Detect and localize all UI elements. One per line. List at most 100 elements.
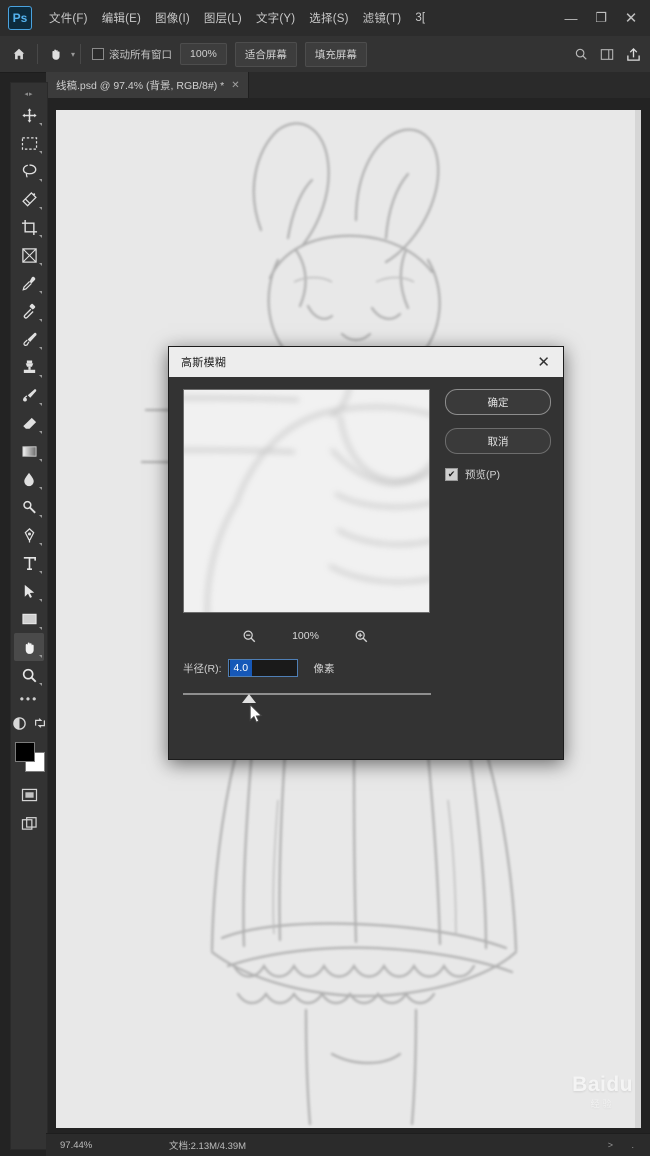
menu-edit[interactable]: 编辑(E) bbox=[95, 6, 148, 30]
menu-type[interactable]: 文字(Y) bbox=[249, 6, 302, 30]
foreground-color-swatch[interactable] bbox=[15, 742, 35, 762]
healing-brush-tool[interactable] bbox=[14, 297, 44, 325]
canvas-vertical-scrollbar[interactable] bbox=[635, 110, 641, 1128]
document-tab-bar: 线稿.psd @ 97.4% (背景, RGB/8#) * ✕ bbox=[46, 72, 650, 98]
window-controls: — ❐ ✕ bbox=[556, 0, 650, 36]
photoshop-window: Ps 文件(F) 编辑(E) 图像(I) 图层(L) 文字(Y) 选择(S) 滤… bbox=[0, 0, 650, 1156]
dialog-body: 100% 半径(R): 4.0 像素 确定 取消 ✔ 预览(P) bbox=[169, 377, 563, 759]
options-separator-2 bbox=[80, 44, 82, 64]
radius-input[interactable]: 4.0 bbox=[227, 659, 298, 677]
mouse-cursor-icon bbox=[249, 703, 263, 723]
home-icon[interactable] bbox=[6, 41, 32, 67]
tools-panel: ◂▸ ••• bbox=[10, 82, 48, 1150]
close-button[interactable]: ✕ bbox=[616, 3, 650, 33]
blur-tool[interactable] bbox=[14, 465, 44, 493]
fill-screen-button[interactable]: 填充屏幕 bbox=[304, 41, 367, 67]
photoshop-logo-icon: Ps bbox=[8, 6, 32, 30]
watermark-text: Baidu bbox=[572, 1073, 633, 1096]
zoom-tool[interactable] bbox=[14, 661, 44, 689]
panel-icon[interactable] bbox=[594, 41, 620, 67]
cancel-button[interactable]: 取消 bbox=[445, 428, 551, 454]
options-separator bbox=[37, 44, 38, 64]
path-selection-tool[interactable] bbox=[14, 577, 44, 605]
eraser-tool[interactable] bbox=[14, 409, 44, 437]
toolbar-grip[interactable]: ◂▸ bbox=[18, 89, 40, 98]
gaussian-blur-dialog: 高斯模糊 ✕ 100% 半径(R): 4.0 像素 确定 取消 ✔ 预览(P) bbox=[168, 346, 564, 760]
search-icon[interactable] bbox=[568, 41, 594, 67]
frame-tool[interactable] bbox=[14, 241, 44, 269]
shape-tool[interactable] bbox=[14, 605, 44, 633]
menu-file[interactable]: 文件(F) bbox=[42, 6, 95, 30]
preview-artwork bbox=[184, 390, 429, 612]
menu-bar: Ps 文件(F) 编辑(E) 图像(I) 图层(L) 文字(Y) 选择(S) 滤… bbox=[0, 0, 650, 37]
maximize-button[interactable]: ❐ bbox=[586, 3, 616, 33]
document-tab-label: 线稿.psd @ 97.4% (背景, RGB/8#) * bbox=[56, 79, 225, 92]
screen-mode-alt-button[interactable] bbox=[14, 809, 44, 837]
color-swatches[interactable] bbox=[14, 741, 45, 772]
zoom-100-button[interactable]: 100% bbox=[180, 43, 227, 65]
close-icon[interactable]: ✕ bbox=[532, 355, 555, 370]
hand-icon[interactable] bbox=[43, 41, 69, 67]
menu-layer[interactable]: 图层(L) bbox=[197, 6, 249, 30]
checkbox-box: ✔ bbox=[445, 468, 458, 481]
clone-stamp-tool[interactable] bbox=[14, 353, 44, 381]
preview-checkbox-label: 预览(P) bbox=[465, 469, 500, 481]
lasso-tool[interactable] bbox=[14, 157, 44, 185]
tool-preset-caret-icon[interactable]: ▾ bbox=[71, 50, 75, 59]
move-tool[interactable] bbox=[14, 101, 44, 129]
type-tool[interactable] bbox=[14, 549, 44, 577]
close-icon[interactable]: ✕ bbox=[231, 80, 239, 91]
slider-thumb[interactable] bbox=[242, 694, 256, 703]
status-zoom-level[interactable]: 97.44% bbox=[46, 1140, 165, 1151]
radius-unit-label: 像素 bbox=[313, 662, 335, 675]
slider-track bbox=[183, 693, 431, 695]
fit-screen-button[interactable]: 适合屏幕 bbox=[234, 41, 297, 67]
gradient-tool[interactable] bbox=[14, 437, 44, 465]
quick-select-tool[interactable] bbox=[14, 185, 44, 213]
dialog-actions: 确定 取消 ✔ 预览(P) bbox=[445, 389, 551, 482]
status-bar: 97.44% 文档:2.13M/4.39M > . bbox=[46, 1133, 650, 1156]
ok-button[interactable]: 确定 bbox=[445, 389, 551, 415]
watermark-subtext: 经验 bbox=[590, 1099, 615, 1109]
radius-row: 半径(R): 4.0 像素 bbox=[183, 657, 435, 679]
checkbox-box bbox=[92, 48, 105, 60]
swap-colors-icon[interactable] bbox=[33, 716, 47, 730]
dialog-title: 高斯模糊 bbox=[181, 357, 227, 369]
minimize-button[interactable]: — bbox=[556, 3, 586, 33]
more-tools-button[interactable]: ••• bbox=[14, 689, 44, 709]
zoom-in-icon[interactable] bbox=[353, 627, 371, 645]
radius-value: 4.0 bbox=[229, 660, 253, 676]
preview-zoom-controls: 100% bbox=[183, 623, 428, 649]
document-tab[interactable]: 线稿.psd @ 97.4% (背景, RGB/8#) * ✕ bbox=[46, 72, 249, 98]
crop-tool[interactable] bbox=[14, 213, 44, 241]
options-bar-right bbox=[568, 41, 650, 67]
hand-tool[interactable] bbox=[14, 633, 44, 661]
menu-select[interactable]: 选择(S) bbox=[302, 6, 355, 30]
scroll-all-windows-label: 滚动所有窗口 bbox=[109, 48, 173, 61]
menu-3d[interactable]: 3[ bbox=[408, 8, 432, 28]
dialog-title-bar[interactable]: 高斯模糊 ✕ bbox=[169, 347, 563, 377]
menu-filter[interactable]: 滤镜(T) bbox=[356, 6, 409, 30]
options-bar: ▾ 滚动所有窗口 100% 适合屏幕 填充屏幕 bbox=[0, 36, 650, 73]
menu-image[interactable]: 图像(I) bbox=[148, 6, 197, 30]
blur-preview[interactable] bbox=[183, 389, 430, 613]
screen-mode-button[interactable] bbox=[14, 781, 44, 809]
preview-checkbox[interactable]: ✔ 预览(P) bbox=[445, 467, 549, 482]
status-document-info[interactable]: 文档:2.13M/4.39M bbox=[165, 1138, 246, 1152]
radius-slider[interactable] bbox=[183, 687, 431, 723]
marquee-tool[interactable] bbox=[14, 129, 44, 157]
scroll-all-windows-checkbox[interactable]: 滚动所有窗口 bbox=[92, 47, 172, 62]
brush-tool[interactable] bbox=[14, 325, 44, 353]
checkmark-icon: ✔ bbox=[447, 469, 456, 479]
preview-zoom-percent: 100% bbox=[292, 630, 319, 642]
zoom-out-icon[interactable] bbox=[240, 627, 258, 645]
status-arrow[interactable]: > . bbox=[608, 1140, 650, 1150]
dodge-tool[interactable] bbox=[14, 493, 44, 521]
radius-label: 半径(R): bbox=[183, 662, 222, 675]
share-icon[interactable] bbox=[620, 41, 646, 67]
pen-tool[interactable] bbox=[14, 521, 44, 549]
eyedropper-tool[interactable] bbox=[14, 269, 44, 297]
quick-mask-icon[interactable] bbox=[12, 716, 27, 731]
history-brush-tool[interactable] bbox=[14, 381, 44, 409]
watermark: Baidu 经验 bbox=[572, 1073, 633, 1110]
